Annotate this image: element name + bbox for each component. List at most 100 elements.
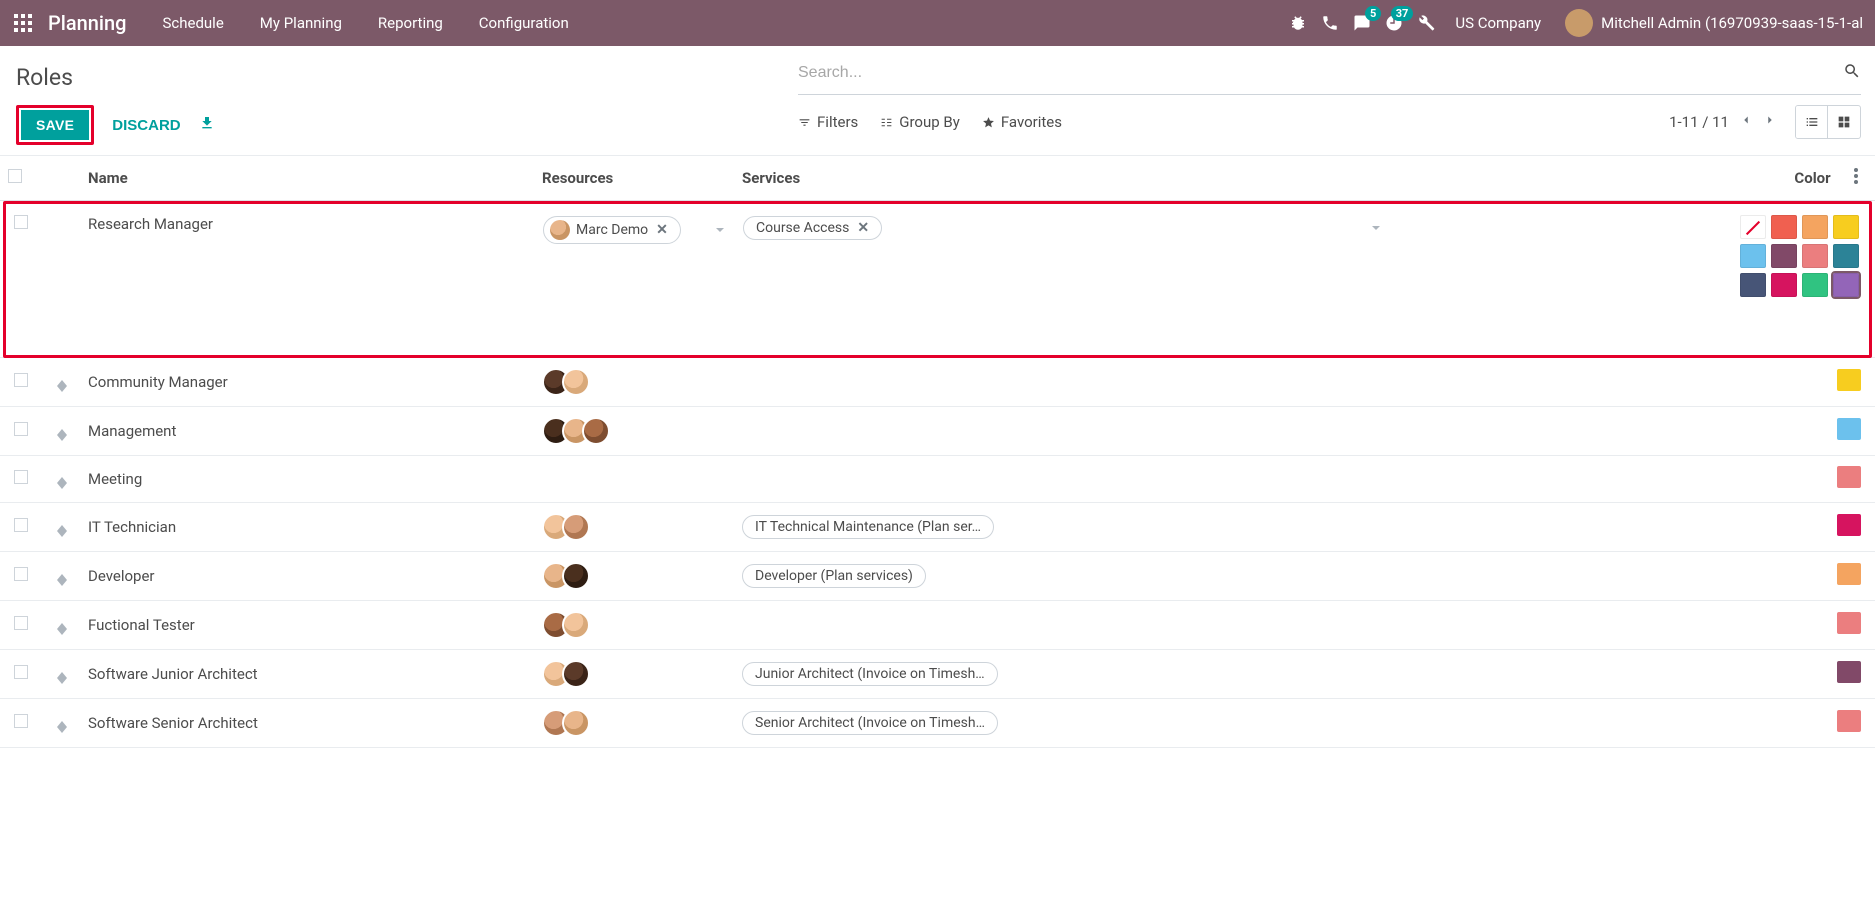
discard-button[interactable]: DISCARD [112, 117, 180, 134]
avatar [562, 562, 590, 590]
app-brand[interactable]: Planning [46, 11, 144, 35]
groupby-button[interactable]: Group By [880, 113, 960, 131]
table-row[interactable]: Software Junior ArchitectJunior Architec… [0, 650, 1875, 699]
row-checkbox[interactable] [14, 215, 28, 229]
color-option[interactable] [1771, 273, 1797, 297]
drag-handle-icon[interactable] [57, 623, 67, 635]
row-checkbox[interactable] [14, 518, 28, 532]
chevron-down-icon[interactable] [715, 221, 725, 239]
select-all-checkbox[interactable] [8, 169, 22, 183]
table-row[interactable]: Meeting [0, 456, 1875, 503]
row-checkbox[interactable] [14, 373, 28, 387]
row-checkbox[interactable] [14, 665, 28, 679]
edit-name-input[interactable]: Research Manager [88, 215, 213, 233]
row-name: Fuctional Tester [82, 601, 534, 650]
color-option[interactable] [1833, 215, 1859, 239]
services-input[interactable]: Course Access ✕ [742, 215, 1382, 241]
pager-prev[interactable] [1739, 113, 1753, 131]
service-tag: Course Access ✕ [743, 216, 882, 240]
user-name: Mitchell Admin (16970939-saas-15-1-al [1601, 14, 1863, 32]
resource-avatars [542, 368, 726, 396]
filters-button[interactable]: Filters [798, 113, 858, 131]
table-row[interactable]: Fuctional Tester [0, 601, 1875, 650]
resource-avatars [542, 709, 726, 737]
columns-more-icon[interactable] [1854, 170, 1858, 188]
row-color-swatch[interactable] [1837, 710, 1861, 732]
color-option[interactable] [1802, 244, 1828, 268]
remove-tag-icon[interactable]: ✕ [656, 222, 668, 238]
drag-handle-icon[interactable] [57, 525, 67, 537]
color-option[interactable] [1740, 273, 1766, 297]
col-services[interactable]: Services [734, 156, 1732, 201]
col-color[interactable]: Color [1732, 156, 1837, 201]
drag-handle-icon[interactable] [57, 672, 67, 684]
row-color-swatch[interactable] [1837, 612, 1861, 634]
avatar [562, 660, 590, 688]
search-input[interactable] [798, 62, 1843, 84]
row-checkbox[interactable] [14, 616, 28, 630]
resource-avatars [542, 513, 726, 541]
color-option[interactable] [1771, 244, 1797, 268]
kanban-view-button[interactable] [1828, 106, 1860, 138]
col-resources[interactable]: Resources [534, 156, 734, 201]
remove-tag-icon[interactable]: ✕ [857, 220, 869, 236]
avatar [562, 709, 590, 737]
row-checkbox[interactable] [14, 714, 28, 728]
color-option[interactable] [1802, 215, 1828, 239]
pager-next[interactable] [1763, 113, 1777, 131]
service-tag: Junior Architect (Invoice on Timesh… [742, 662, 998, 686]
bug-icon[interactable] [1289, 14, 1307, 32]
row-checkbox[interactable] [14, 567, 28, 581]
apps-icon[interactable] [0, 14, 46, 32]
drag-handle-icon[interactable] [57, 380, 67, 392]
nav-schedule[interactable]: Schedule [144, 0, 241, 46]
nav-my-planning[interactable]: My Planning [242, 0, 360, 46]
save-button-highlight: SAVE [16, 105, 94, 145]
row-color-swatch[interactable] [1837, 369, 1861, 391]
search-icon[interactable] [1843, 62, 1861, 84]
user-avatar [1565, 9, 1593, 37]
table-row[interactable]: Management [0, 407, 1875, 456]
table-row[interactable]: Community Manager [0, 358, 1875, 407]
resources-input[interactable]: Marc Demo ✕ [542, 215, 726, 245]
table-row[interactable]: IT TechnicianIT Technical Maintenance (P… [0, 503, 1875, 552]
row-color-swatch[interactable] [1837, 514, 1861, 536]
favorites-button[interactable]: Favorites [982, 113, 1062, 131]
col-name[interactable]: Name [82, 156, 534, 201]
row-checkbox[interactable] [14, 470, 28, 484]
color-option[interactable] [1740, 215, 1766, 239]
messaging-icon[interactable]: 5 [1353, 14, 1371, 32]
chevron-down-icon[interactable] [1371, 219, 1381, 237]
save-button[interactable]: SAVE [21, 110, 89, 140]
settings-icon[interactable] [1417, 14, 1435, 32]
drag-handle-icon[interactable] [57, 574, 67, 586]
row-color-swatch[interactable] [1837, 661, 1861, 683]
list-view-button[interactable] [1796, 106, 1828, 138]
export-button[interactable] [199, 115, 215, 135]
activity-icon[interactable]: 37 [1385, 14, 1403, 32]
color-option[interactable] [1740, 244, 1766, 268]
color-option[interactable] [1802, 273, 1828, 297]
row-name: Meeting [82, 456, 534, 503]
phone-icon[interactable] [1321, 14, 1339, 32]
user-menu[interactable]: Mitchell Admin (16970939-saas-15-1-al [1561, 9, 1867, 37]
activity-badge: 37 [1391, 6, 1414, 21]
color-option[interactable] [1833, 273, 1859, 297]
color-option[interactable] [1833, 244, 1859, 268]
pager-text: 1-11 / 11 [1669, 113, 1729, 131]
drag-handle-icon[interactable] [57, 429, 67, 441]
row-checkbox[interactable] [14, 422, 28, 436]
row-color-swatch[interactable] [1837, 563, 1861, 585]
nav-configuration[interactable]: Configuration [461, 0, 587, 46]
table-row[interactable]: DeveloperDeveloper (Plan services) [0, 552, 1875, 601]
nav-reporting[interactable]: Reporting [360, 0, 461, 46]
drag-handle-icon[interactable] [57, 721, 67, 733]
row-color-swatch[interactable] [1837, 466, 1861, 488]
row-color-swatch[interactable] [1837, 418, 1861, 440]
drag-handle-icon[interactable] [57, 477, 67, 489]
control-panel: Roles SAVE DISCARD Filters [0, 46, 1875, 156]
service-tag: IT Technical Maintenance (Plan ser… [742, 515, 994, 539]
table-row[interactable]: Software Senior ArchitectSenior Architec… [0, 699, 1875, 748]
company-switcher[interactable]: US Company [1449, 14, 1547, 32]
color-option[interactable] [1771, 215, 1797, 239]
